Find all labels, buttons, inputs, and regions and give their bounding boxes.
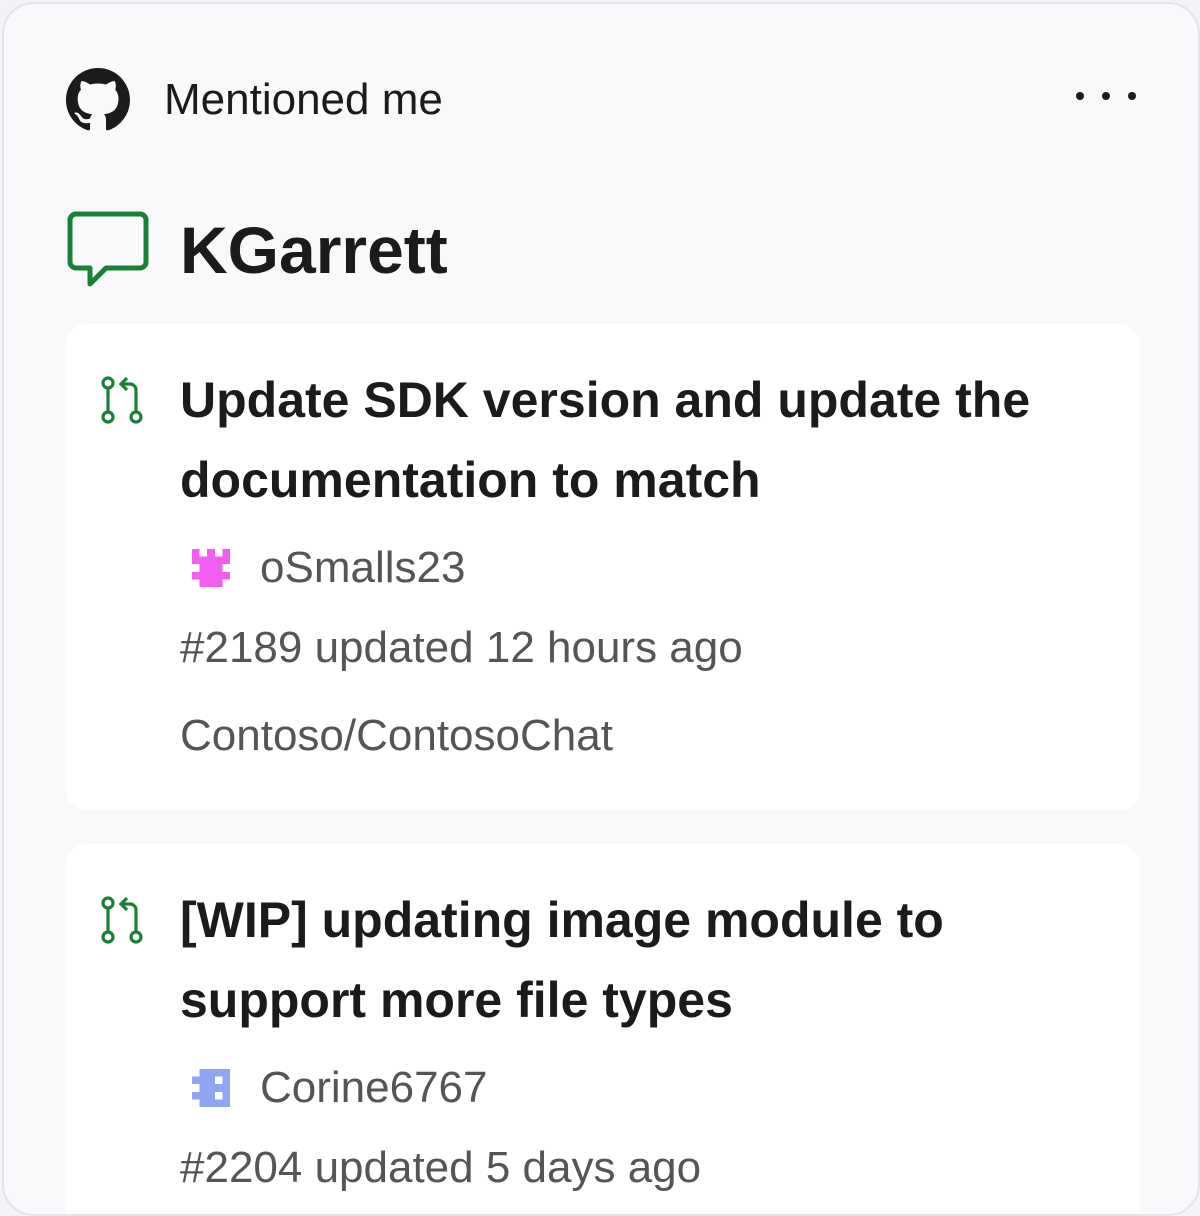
pull-request-card[interactable]: Update SDK version and update the docume…	[66, 324, 1140, 810]
pull-request-updated: #2204 updated 5 days ago	[180, 1143, 702, 1192]
pull-request-updated: #2189 updated 12 hours ago	[180, 623, 743, 672]
pull-request-icon	[101, 896, 143, 944]
repository-name[interactable]: Contoso/ContosoChat	[180, 710, 613, 762]
identicon-avatar	[192, 549, 230, 587]
github-icon	[66, 68, 130, 131]
pull-request-card[interactable]: [WIP] updating image module to support m…	[66, 844, 1140, 1214]
more-icon	[1076, 92, 1084, 100]
widget-title: Mentioned me	[164, 75, 443, 124]
author-row: Corine6767	[192, 1062, 488, 1114]
comment-icon	[67, 211, 149, 287]
author-name[interactable]: Corine6767	[260, 1062, 488, 1114]
pull-request-icon	[101, 376, 143, 424]
widget-header: Mentioned me	[66, 68, 443, 132]
more-options-button[interactable]	[1076, 78, 1136, 114]
identicon-avatar	[192, 1069, 230, 1107]
mentioned-me-widget: Mentioned me KGarrett Update SDK version…	[2, 2, 1200, 1216]
author-name[interactable]: oSmalls23	[260, 542, 465, 594]
pull-request-title[interactable]: [WIP] updating image module to support m…	[180, 880, 1120, 1040]
pull-request-title[interactable]: Update SDK version and update the docume…	[180, 360, 1120, 520]
mention-user-row: KGarrett	[66, 208, 448, 292]
mentioning-user-name: KGarrett	[180, 213, 448, 287]
author-row: oSmalls23	[192, 542, 465, 594]
